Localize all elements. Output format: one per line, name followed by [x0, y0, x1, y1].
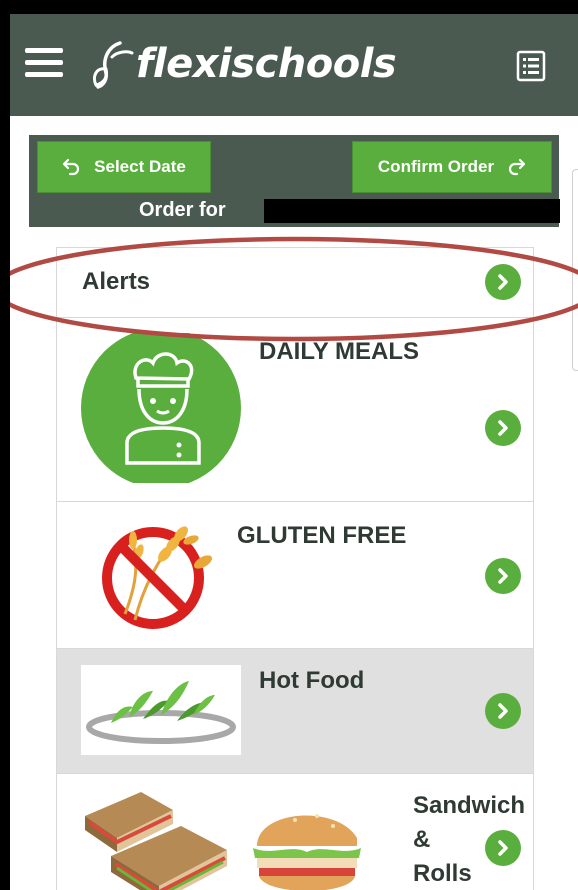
order-for-label: Order for: [139, 199, 226, 221]
app-screen: flexischools Select Date Confirm Order O…: [10, 14, 578, 890]
confirm-order-label: Confirm Order: [377, 157, 495, 176]
logo-text: flexischools: [136, 41, 397, 87]
category-sandwich-rolls[interactable]: Sandwich & Rolls: [56, 774, 534, 890]
redacted-student-name: [264, 199, 560, 223]
daily-meals-title: DAILY MEALS: [259, 338, 420, 365]
order-list-icon[interactable]: [515, 50, 547, 82]
chef-icon: [81, 333, 241, 483]
chevron-right-icon[interactable]: [485, 558, 521, 594]
select-date-button[interactable]: Select Date: [37, 141, 211, 193]
gluten-free-title: GLUTEN FREE: [237, 522, 407, 549]
back-arrow-icon: [63, 158, 80, 176]
category-hot-food[interactable]: Hot Food: [56, 649, 534, 774]
sandwich-title-line-3: Rolls: [413, 860, 472, 887]
no-wheat-icon: [102, 526, 213, 629]
scrollbar[interactable]: [572, 169, 578, 371]
hamburger-menu-icon[interactable]: [25, 48, 63, 80]
sandwich-title-line-1: Sandwich: [413, 792, 526, 819]
hot-food-title: Hot Food: [259, 667, 365, 694]
confirm-order-button[interactable]: Confirm Order: [352, 141, 552, 193]
sandwich-title-line-2: &: [413, 826, 431, 853]
order-panel: Select Date Confirm Order Order for: [29, 135, 560, 227]
chevron-right-icon[interactable]: [485, 264, 521, 300]
salad-plate-icon: [81, 665, 241, 755]
alerts-label: Alerts: [82, 268, 151, 295]
chevron-right-icon[interactable]: [485, 410, 521, 446]
category-daily-meals[interactable]: DAILY MEALS: [56, 318, 534, 502]
chevron-right-icon[interactable]: [485, 830, 521, 866]
sandwich-burger-photo: [85, 792, 361, 890]
app-logo[interactable]: flexischools: [90, 36, 397, 92]
category-gluten-free[interactable]: GLUTEN FREE: [56, 502, 534, 649]
select-date-label: Select Date: [94, 157, 186, 176]
top-bar: flexischools: [10, 14, 578, 116]
forward-arrow-icon: [509, 158, 526, 176]
category-alerts[interactable]: Alerts: [56, 247, 534, 318]
category-list: Alerts DAILY MEALS GLUTEN FREE Hot Food …: [56, 247, 534, 890]
leaf-logo-icon: [92, 41, 134, 89]
chevron-right-icon[interactable]: [485, 693, 521, 729]
